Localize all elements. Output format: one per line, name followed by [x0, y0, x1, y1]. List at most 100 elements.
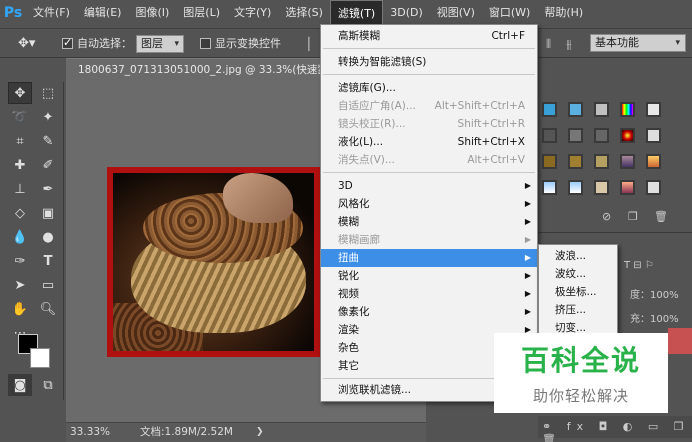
move-tool-icon[interactable]: ✥▾	[18, 35, 35, 53]
submenu-item-ripple[interactable]: 波纹...	[539, 265, 617, 283]
shortcut-label: Alt+Shift+Ctrl+A	[434, 100, 525, 112]
menu-item-gaussian-blur[interactable]: 高斯模糊 Ctrl+F	[321, 27, 537, 45]
menu-select[interactable]: 选择(S)	[278, 0, 330, 26]
marquee-tool-icon[interactable]: ⬚	[36, 82, 60, 104]
fill-field[interactable]: 充：100%	[630, 310, 679, 325]
healing-brush-icon[interactable]: ✚	[8, 154, 32, 176]
menu-item-blur[interactable]: 模糊 ▶	[321, 213, 537, 231]
menu-layer[interactable]: 图层(L)	[176, 0, 227, 26]
menu-type[interactable]: 文字(Y)	[227, 0, 278, 26]
submenu-item-wave[interactable]: 波浪...	[539, 247, 617, 265]
style-swatch[interactable]	[646, 128, 661, 143]
blur-tool-icon[interactable]: 💧	[8, 226, 32, 248]
submenu-item-pinch[interactable]: 挤压...	[539, 301, 617, 319]
rectangle-tool-icon[interactable]: ▭	[36, 274, 60, 296]
menu-item-label: 扭曲	[338, 252, 359, 264]
screen-mode-icon[interactable]: ⧉	[36, 374, 60, 396]
style-swatch[interactable]	[646, 102, 661, 117]
new-style-icon[interactable]: ❐	[628, 210, 638, 223]
layer-actions-icons[interactable]: ⚭ fx ◘ ◐ ▭ ❐ 🗑︎	[542, 420, 692, 442]
document-tab[interactable]: 1800637_071313051000_2.jpg @ 33.3%(快速蒙版/…	[66, 58, 320, 80]
style-swatch[interactable]	[620, 180, 635, 195]
zoom-tool-icon[interactable]: 🔍︎	[36, 298, 60, 320]
show-transform-checkbox[interactable]: 显示变换控件	[200, 35, 281, 53]
clone-stamp-icon[interactable]: ⊥	[8, 178, 32, 200]
style-swatch[interactable]	[594, 154, 609, 169]
menu-view[interactable]: 视图(V)	[430, 0, 482, 26]
path-selection-icon[interactable]: ➤	[8, 274, 32, 296]
menu-item-liquify[interactable]: 液化(L)... Shift+Ctrl+X	[321, 133, 537, 151]
menu-item-label: 转换为智能滤镜(S)	[338, 56, 427, 68]
checkbox-unchecked-icon	[200, 38, 211, 49]
zoom-level[interactable]: 33.33%	[70, 423, 110, 442]
menu-item-sharpen[interactable]: 锐化 ▶	[321, 267, 537, 285]
style-swatch[interactable]	[594, 128, 609, 143]
menu-item-blur-gallery: 模糊画廊 ▶	[321, 231, 537, 249]
menu-item-stylize[interactable]: 风格化 ▶	[321, 195, 537, 213]
layer-filter-icons[interactable]: T ⊟ ⚐	[624, 260, 654, 271]
distribute-horizontal-icon[interactable]: ⫵	[566, 35, 572, 53]
menu-item-convert-smart-filter[interactable]: 转换为智能滤镜(S)	[321, 53, 537, 71]
menu-item-3d[interactable]: 3D ▶	[321, 177, 537, 195]
gradient-tool-icon[interactable]: ▣	[36, 202, 60, 224]
menu-item-filter-gallery[interactable]: 滤镜库(G)...	[321, 79, 537, 97]
menu-help[interactable]: 帮助(H)	[537, 0, 590, 26]
dodge-tool-icon[interactable]: ●	[36, 226, 60, 248]
status-bar: 33.33% 文档:1.89M/2.52M ❯	[66, 422, 426, 442]
style-swatch[interactable]	[542, 102, 557, 117]
style-swatch[interactable]	[568, 102, 583, 117]
align-top-icon[interactable]: ▕	[300, 35, 309, 53]
trash-icon[interactable]: 🗑︎	[654, 210, 668, 223]
menu-item-pixelate[interactable]: 像素化 ▶	[321, 303, 537, 321]
status-arrow-icon[interactable]: ❯	[256, 423, 264, 442]
style-swatch[interactable]	[542, 180, 557, 195]
opacity-field[interactable]: 度：100%	[630, 286, 679, 301]
style-swatch[interactable]	[620, 154, 635, 169]
style-swatch[interactable]	[568, 128, 583, 143]
crop-tool-icon[interactable]: ⌗	[8, 130, 32, 152]
menu-edit[interactable]: 编辑(E)	[77, 0, 129, 26]
menu-image[interactable]: 图像(I)	[128, 0, 176, 26]
eraser-tool-icon[interactable]: ◇	[8, 202, 32, 224]
lasso-tool-icon[interactable]: ➰	[8, 106, 32, 128]
style-swatch[interactable]	[542, 154, 557, 169]
menu-item-label: 3D	[338, 180, 353, 192]
distribute-icon[interactable]: ⫴	[546, 35, 551, 53]
style-swatch[interactable]	[568, 180, 583, 195]
quick-mask-icon[interactable]: ◙	[8, 374, 32, 396]
submenu-arrow-icon: ▶	[524, 307, 531, 316]
style-swatch[interactable]	[594, 102, 609, 117]
auto-select-target-dropdown[interactable]: 图层 ▾	[136, 35, 184, 53]
menu-3d[interactable]: 3D(D)	[383, 0, 430, 26]
menu-filter[interactable]: 滤镜(T)	[329, 0, 384, 26]
style-swatch[interactable]	[542, 128, 557, 143]
menu-item-label: 浏览联机滤镜...	[338, 384, 412, 396]
eyedropper-icon[interactable]: ✎	[36, 130, 60, 152]
hand-tool-icon[interactable]: ✋	[8, 298, 32, 320]
style-swatch[interactable]	[620, 128, 635, 143]
style-swatch[interactable]	[646, 154, 661, 169]
history-brush-icon[interactable]: ✒	[36, 178, 60, 200]
style-swatch[interactable]	[568, 154, 583, 169]
menu-item-distort[interactable]: 扭曲 ▶	[321, 249, 537, 267]
magic-wand-icon[interactable]: ✦	[36, 106, 60, 128]
workspace-dropdown[interactable]: 基本功能 ▾	[590, 34, 686, 52]
style-swatch[interactable]	[594, 180, 609, 195]
submenu-item-polar-coordinates[interactable]: 极坐标...	[539, 283, 617, 301]
menu-file[interactable]: 文件(F)	[26, 0, 77, 26]
move-tool-icon[interactable]: ✥	[8, 82, 32, 104]
style-swatch[interactable]	[620, 102, 635, 117]
auto-select-checkbox[interactable]: 自动选择：	[62, 34, 132, 53]
no-style-icon[interactable]: ⊘	[602, 210, 611, 223]
menu-item-video[interactable]: 视频 ▶	[321, 285, 537, 303]
type-tool-icon[interactable]: T	[36, 250, 60, 272]
pen-tool-icon[interactable]: ✑	[8, 250, 32, 272]
brush-tool-icon[interactable]: ✐	[36, 154, 60, 176]
menu-window[interactable]: 窗口(W)	[482, 0, 537, 26]
menu-item-lens-correction: 镜头校正(R)... Shift+Ctrl+R	[321, 115, 537, 133]
background-color-swatch[interactable]	[30, 348, 50, 368]
menu-item-label: 镜头校正(R)...	[338, 118, 406, 130]
menu-item-label: 风格化	[338, 198, 370, 210]
style-swatch[interactable]	[646, 180, 661, 195]
layer-thumbnail[interactable]	[668, 328, 692, 354]
